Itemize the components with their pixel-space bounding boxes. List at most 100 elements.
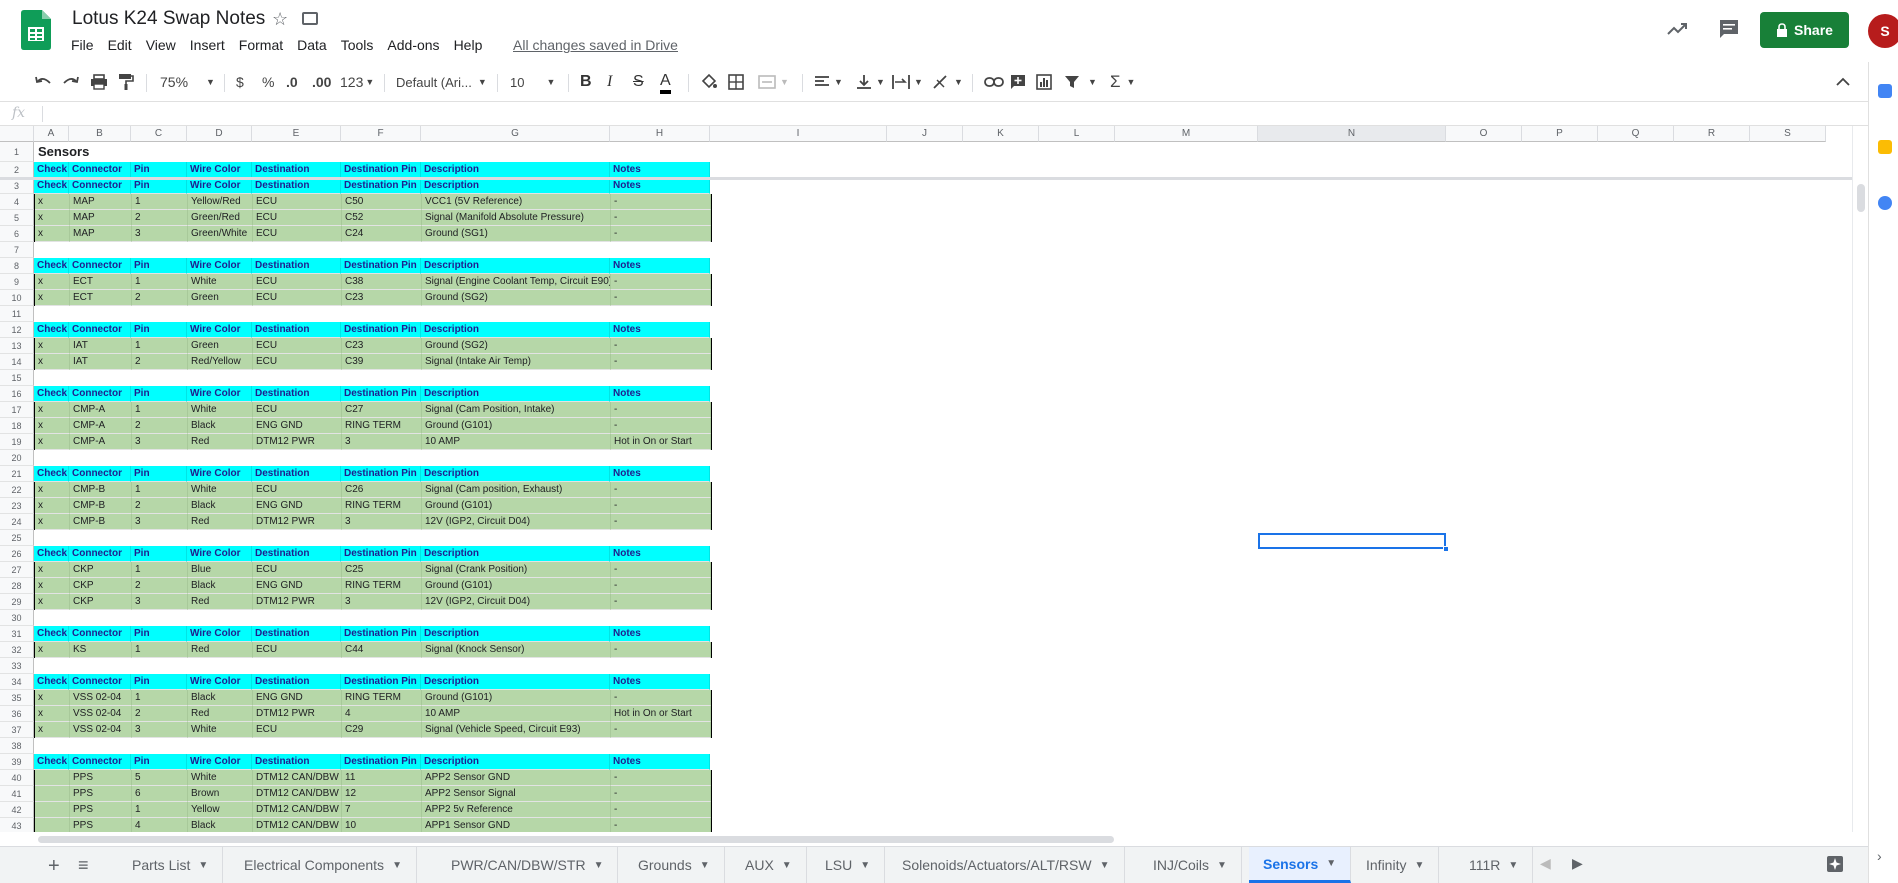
data-cell[interactable]: - xyxy=(611,802,711,818)
chevron-down-icon[interactable]: ▼ xyxy=(594,860,604,871)
data-cell[interactable]: - xyxy=(611,290,711,306)
header-cell[interactable]: Description xyxy=(421,258,610,274)
data-cell[interactable]: RING TERM xyxy=(342,578,422,594)
data-cell[interactable]: APP1 Sensor GND xyxy=(422,818,611,832)
header-cell[interactable]: Check xyxy=(34,322,69,338)
collapse-menus-icon[interactable] xyxy=(1836,72,1850,92)
row-header[interactable]: 3 xyxy=(0,178,34,194)
header-cell[interactable]: Destination Pin xyxy=(341,386,421,402)
data-cell[interactable]: Green xyxy=(188,338,253,354)
data-cell[interactable]: 2 xyxy=(132,498,188,514)
menu-tools[interactable]: Tools xyxy=(341,37,374,53)
header-cell[interactable]: Destination xyxy=(252,162,341,178)
column-header-n[interactable]: N xyxy=(1258,126,1446,142)
data-cell[interactable]: - xyxy=(611,194,711,210)
header-cell[interactable]: Check xyxy=(34,546,69,562)
data-cell[interactable]: DTM12 PWR xyxy=(253,706,342,722)
data-cell[interactable]: C23 xyxy=(342,290,422,306)
data-cell[interactable]: - xyxy=(611,498,711,514)
data-cell[interactable]: Signal (Cam Position, Intake) xyxy=(422,402,611,418)
data-cell[interactable]: C39 xyxy=(342,354,422,370)
menu-insert[interactable]: Insert xyxy=(190,37,225,53)
data-cell[interactable]: Ground (G101) xyxy=(422,578,611,594)
header-cell[interactable]: Pin xyxy=(131,466,187,482)
data-cell[interactable]: Ground (G101) xyxy=(422,690,611,706)
font-size-select[interactable]: 10 ▼ xyxy=(510,72,555,92)
data-cell[interactable]: DTM12 PWR xyxy=(253,594,342,610)
row-header[interactable]: 34 xyxy=(0,674,34,690)
row-header[interactable]: 1 xyxy=(0,142,34,162)
header-cell[interactable]: Destination xyxy=(252,626,341,642)
data-cell[interactable] xyxy=(35,770,70,786)
data-cell[interactable]: White xyxy=(188,402,253,418)
header-cell[interactable]: Wire Color xyxy=(187,754,252,770)
row-header[interactable]: 36 xyxy=(0,706,34,722)
row-header[interactable]: 33 xyxy=(0,658,34,674)
undo-icon[interactable] xyxy=(34,72,52,92)
row-header[interactable]: 41 xyxy=(0,786,34,802)
more-formats-button[interactable]: 123 ▼ xyxy=(340,72,374,92)
menu-add-ons[interactable]: Add-ons xyxy=(387,37,439,53)
data-cell[interactable] xyxy=(35,786,70,802)
data-cell[interactable]: VSS 02-04 xyxy=(70,690,132,706)
data-cell[interactable]: x xyxy=(35,498,70,514)
data-cell[interactable]: x xyxy=(35,418,70,434)
sheet-heading[interactable]: Sensors xyxy=(38,144,89,159)
menu-data[interactable]: Data xyxy=(297,37,327,53)
header-cell[interactable]: Wire Color xyxy=(187,386,252,402)
data-cell[interactable]: - xyxy=(611,786,711,802)
data-cell[interactable]: RING TERM xyxy=(342,418,422,434)
header-cell[interactable]: Connector xyxy=(69,258,131,274)
header-cell[interactable]: Notes xyxy=(610,466,710,482)
column-header-e[interactable]: E xyxy=(252,126,341,142)
row-header[interactable]: 27 xyxy=(0,562,34,578)
row-header[interactable]: 2 xyxy=(0,162,34,178)
header-cell[interactable]: Check xyxy=(34,162,69,178)
trending-up-icon[interactable] xyxy=(1665,18,1689,42)
data-cell[interactable]: ENG GND xyxy=(253,578,342,594)
data-cell[interactable]: 6 xyxy=(132,786,188,802)
column-header-h[interactable]: H xyxy=(610,126,710,142)
data-cell[interactable]: - xyxy=(611,770,711,786)
column-header-j[interactable]: J xyxy=(887,126,963,142)
header-cell[interactable]: Pin xyxy=(131,674,187,690)
insert-chart-icon[interactable] xyxy=(1036,72,1052,92)
row-header[interactable]: 6 xyxy=(0,226,34,242)
data-cell[interactable]: - xyxy=(611,690,711,706)
row-header[interactable]: 13 xyxy=(0,338,34,354)
data-cell[interactable]: ECU xyxy=(253,274,342,290)
data-cell[interactable]: VSS 02-04 xyxy=(70,706,132,722)
data-cell[interactable]: Signal (Cam position, Exhaust) xyxy=(422,482,611,498)
data-cell[interactable]: Green/White xyxy=(188,226,253,242)
data-cell[interactable]: MAP xyxy=(70,226,132,242)
paint-format-icon[interactable] xyxy=(118,72,134,92)
explore-icon[interactable] xyxy=(1826,855,1844,878)
data-cell[interactable]: C52 xyxy=(342,210,422,226)
data-cell[interactable]: - xyxy=(611,642,711,658)
data-cell[interactable]: Hot in On or Start xyxy=(611,706,711,722)
row-header[interactable]: 8 xyxy=(0,258,34,274)
insert-link-icon[interactable] xyxy=(984,72,1004,92)
data-cell[interactable]: Signal (Knock Sensor) xyxy=(422,642,611,658)
header-cell[interactable]: Connector xyxy=(69,466,131,482)
column-header-d[interactable]: D xyxy=(187,126,252,142)
data-cell[interactable]: 4 xyxy=(342,706,422,722)
spreadsheet-grid[interactable]: A B C D E F G H I J K L M N O P Q R S 1 Sensors 2 Check Connect… xyxy=(0,126,1852,832)
data-cell[interactable]: 10 xyxy=(342,818,422,832)
header-cell[interactable]: Connector xyxy=(69,674,131,690)
row-header[interactable]: 14 xyxy=(0,354,34,370)
data-cell[interactable]: 4 xyxy=(132,818,188,832)
data-cell[interactable]: Signal (Vehicle Speed, Circuit E93) xyxy=(422,722,611,738)
data-cell[interactable]: 1 xyxy=(132,802,188,818)
data-cell[interactable]: IAT xyxy=(70,354,132,370)
data-cell[interactable]: Ground (G101) xyxy=(422,418,611,434)
data-cell[interactable]: ENG GND xyxy=(253,418,342,434)
header-cell[interactable]: Check xyxy=(34,674,69,690)
row-header[interactable]: 32 xyxy=(0,642,34,658)
data-cell[interactable]: - xyxy=(611,514,711,530)
data-cell[interactable]: x xyxy=(35,722,70,738)
column-header-o[interactable]: O xyxy=(1446,126,1522,142)
header-cell[interactable]: Notes xyxy=(610,258,710,274)
header-cell[interactable]: Destination Pin xyxy=(341,546,421,562)
sheet-tab-sensors[interactable]: Sensors ▼ xyxy=(1249,847,1352,883)
